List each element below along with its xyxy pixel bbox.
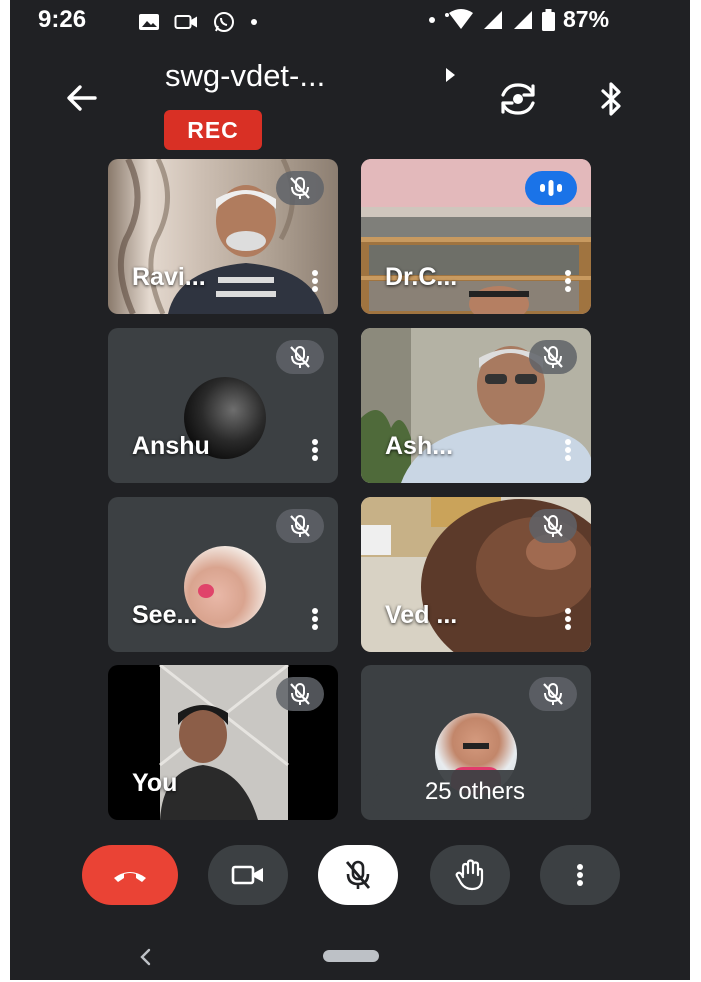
participant-tile-drc[interactable]: Dr.C...: [361, 159, 591, 314]
more-vert-icon: [565, 439, 571, 461]
mic-off-icon: [290, 683, 310, 705]
arrow-left-icon: [67, 85, 97, 111]
participant-name: Ravi...: [132, 263, 206, 291]
audio-level-icon: [540, 180, 562, 196]
mic-muted-indicator: [276, 677, 324, 711]
participant-name: Anshu: [132, 432, 210, 460]
participant-name: Dr.C...: [385, 263, 458, 291]
participant-more-button[interactable]: [555, 604, 581, 634]
system-home-pill[interactable]: [323, 950, 379, 962]
end-call-button[interactable]: [82, 845, 178, 905]
mic-muted-indicator: [276, 171, 324, 205]
dot-icon: [251, 19, 257, 25]
participant-tile-ash[interactable]: Ash...: [361, 328, 591, 483]
others-count-pill[interactable]: 25 others: [369, 770, 581, 814]
call-end-icon: [114, 872, 146, 882]
mic-muted-indicator: [529, 677, 577, 711]
whatsapp-icon: [214, 12, 234, 32]
chevron-left-icon: [140, 948, 151, 966]
mic-off-icon: [543, 515, 563, 537]
status-system-icons: 87%: [428, 6, 609, 33]
mic-off-icon: [543, 683, 563, 705]
videocam-icon: [231, 865, 263, 885]
bluetooth-icon: [601, 82, 621, 116]
mic-off-icon: [290, 177, 310, 199]
participant-more-button[interactable]: [302, 604, 328, 634]
speaking-indicator: [525, 171, 577, 205]
participant-tile-ved[interactable]: Ved ...: [361, 497, 591, 652]
battery-percentage: 87%: [563, 6, 610, 32]
meeting-title[interactable]: swg-vdet-...: [165, 58, 325, 94]
mic-off-icon: [290, 515, 310, 537]
mic-off-icon: [290, 346, 310, 368]
audio-output-button[interactable]: [592, 76, 632, 122]
back-button[interactable]: [60, 80, 102, 116]
signal-icon: [484, 10, 502, 29]
participant-name: Ved ...: [385, 601, 458, 629]
mic-muted-indicator: [529, 509, 577, 543]
battery-icon: [542, 8, 555, 31]
participant-more-button[interactable]: [302, 435, 328, 465]
more-vert-icon: [577, 864, 583, 886]
wifi-icon: [445, 8, 473, 29]
more-options-button[interactable]: [540, 845, 620, 905]
mic-muted-indicator: [529, 340, 577, 374]
mic-off-icon: [543, 346, 563, 368]
raise-hand-button[interactable]: [430, 845, 510, 905]
more-vert-icon: [312, 439, 318, 461]
more-vert-icon: [565, 608, 571, 630]
participant-more-button[interactable]: [302, 266, 328, 296]
recording-badge: REC: [164, 110, 262, 150]
more-vert-icon: [312, 608, 318, 630]
participant-tile-others[interactable]: 25 others: [361, 665, 591, 820]
camera-toggle-button[interactable]: [208, 845, 288, 905]
more-vert-icon: [565, 270, 571, 292]
participant-name: You: [132, 769, 178, 797]
dot-icon: [429, 16, 435, 23]
mic-muted-indicator: [276, 340, 324, 374]
gallery-icon: [139, 14, 159, 30]
participant-more-button[interactable]: [555, 435, 581, 465]
participant-name: Ash...: [385, 432, 454, 460]
status-notification-icons: [138, 10, 258, 34]
more-vert-icon: [312, 270, 318, 292]
hand-icon: [455, 859, 484, 891]
meet-screen: 9:26 87% swg-vdet-... REC Ravi... Dr.C..…: [10, 0, 690, 980]
mic-off-icon: [345, 860, 371, 889]
participant-more-button[interactable]: [555, 266, 581, 296]
switch-camera-icon: [501, 83, 535, 115]
participant-tile-ravi[interactable]: Ravi...: [108, 159, 338, 314]
participant-tile-anshu[interactable]: Anshu: [108, 328, 338, 483]
switch-camera-button[interactable]: [492, 76, 544, 122]
participant-tile-see[interactable]: See...: [108, 497, 338, 652]
status-time: 9:26: [38, 6, 87, 33]
video-call-icon: [174, 15, 197, 29]
chevron-right-icon[interactable]: [442, 66, 458, 84]
participant-name: See...: [132, 601, 198, 629]
mic-muted-indicator: [276, 509, 324, 543]
participant-tile-you[interactable]: You: [108, 665, 338, 820]
microphone-toggle-button[interactable]: [318, 845, 398, 905]
signal-icon: [514, 10, 532, 29]
system-back-button[interactable]: [134, 944, 156, 970]
